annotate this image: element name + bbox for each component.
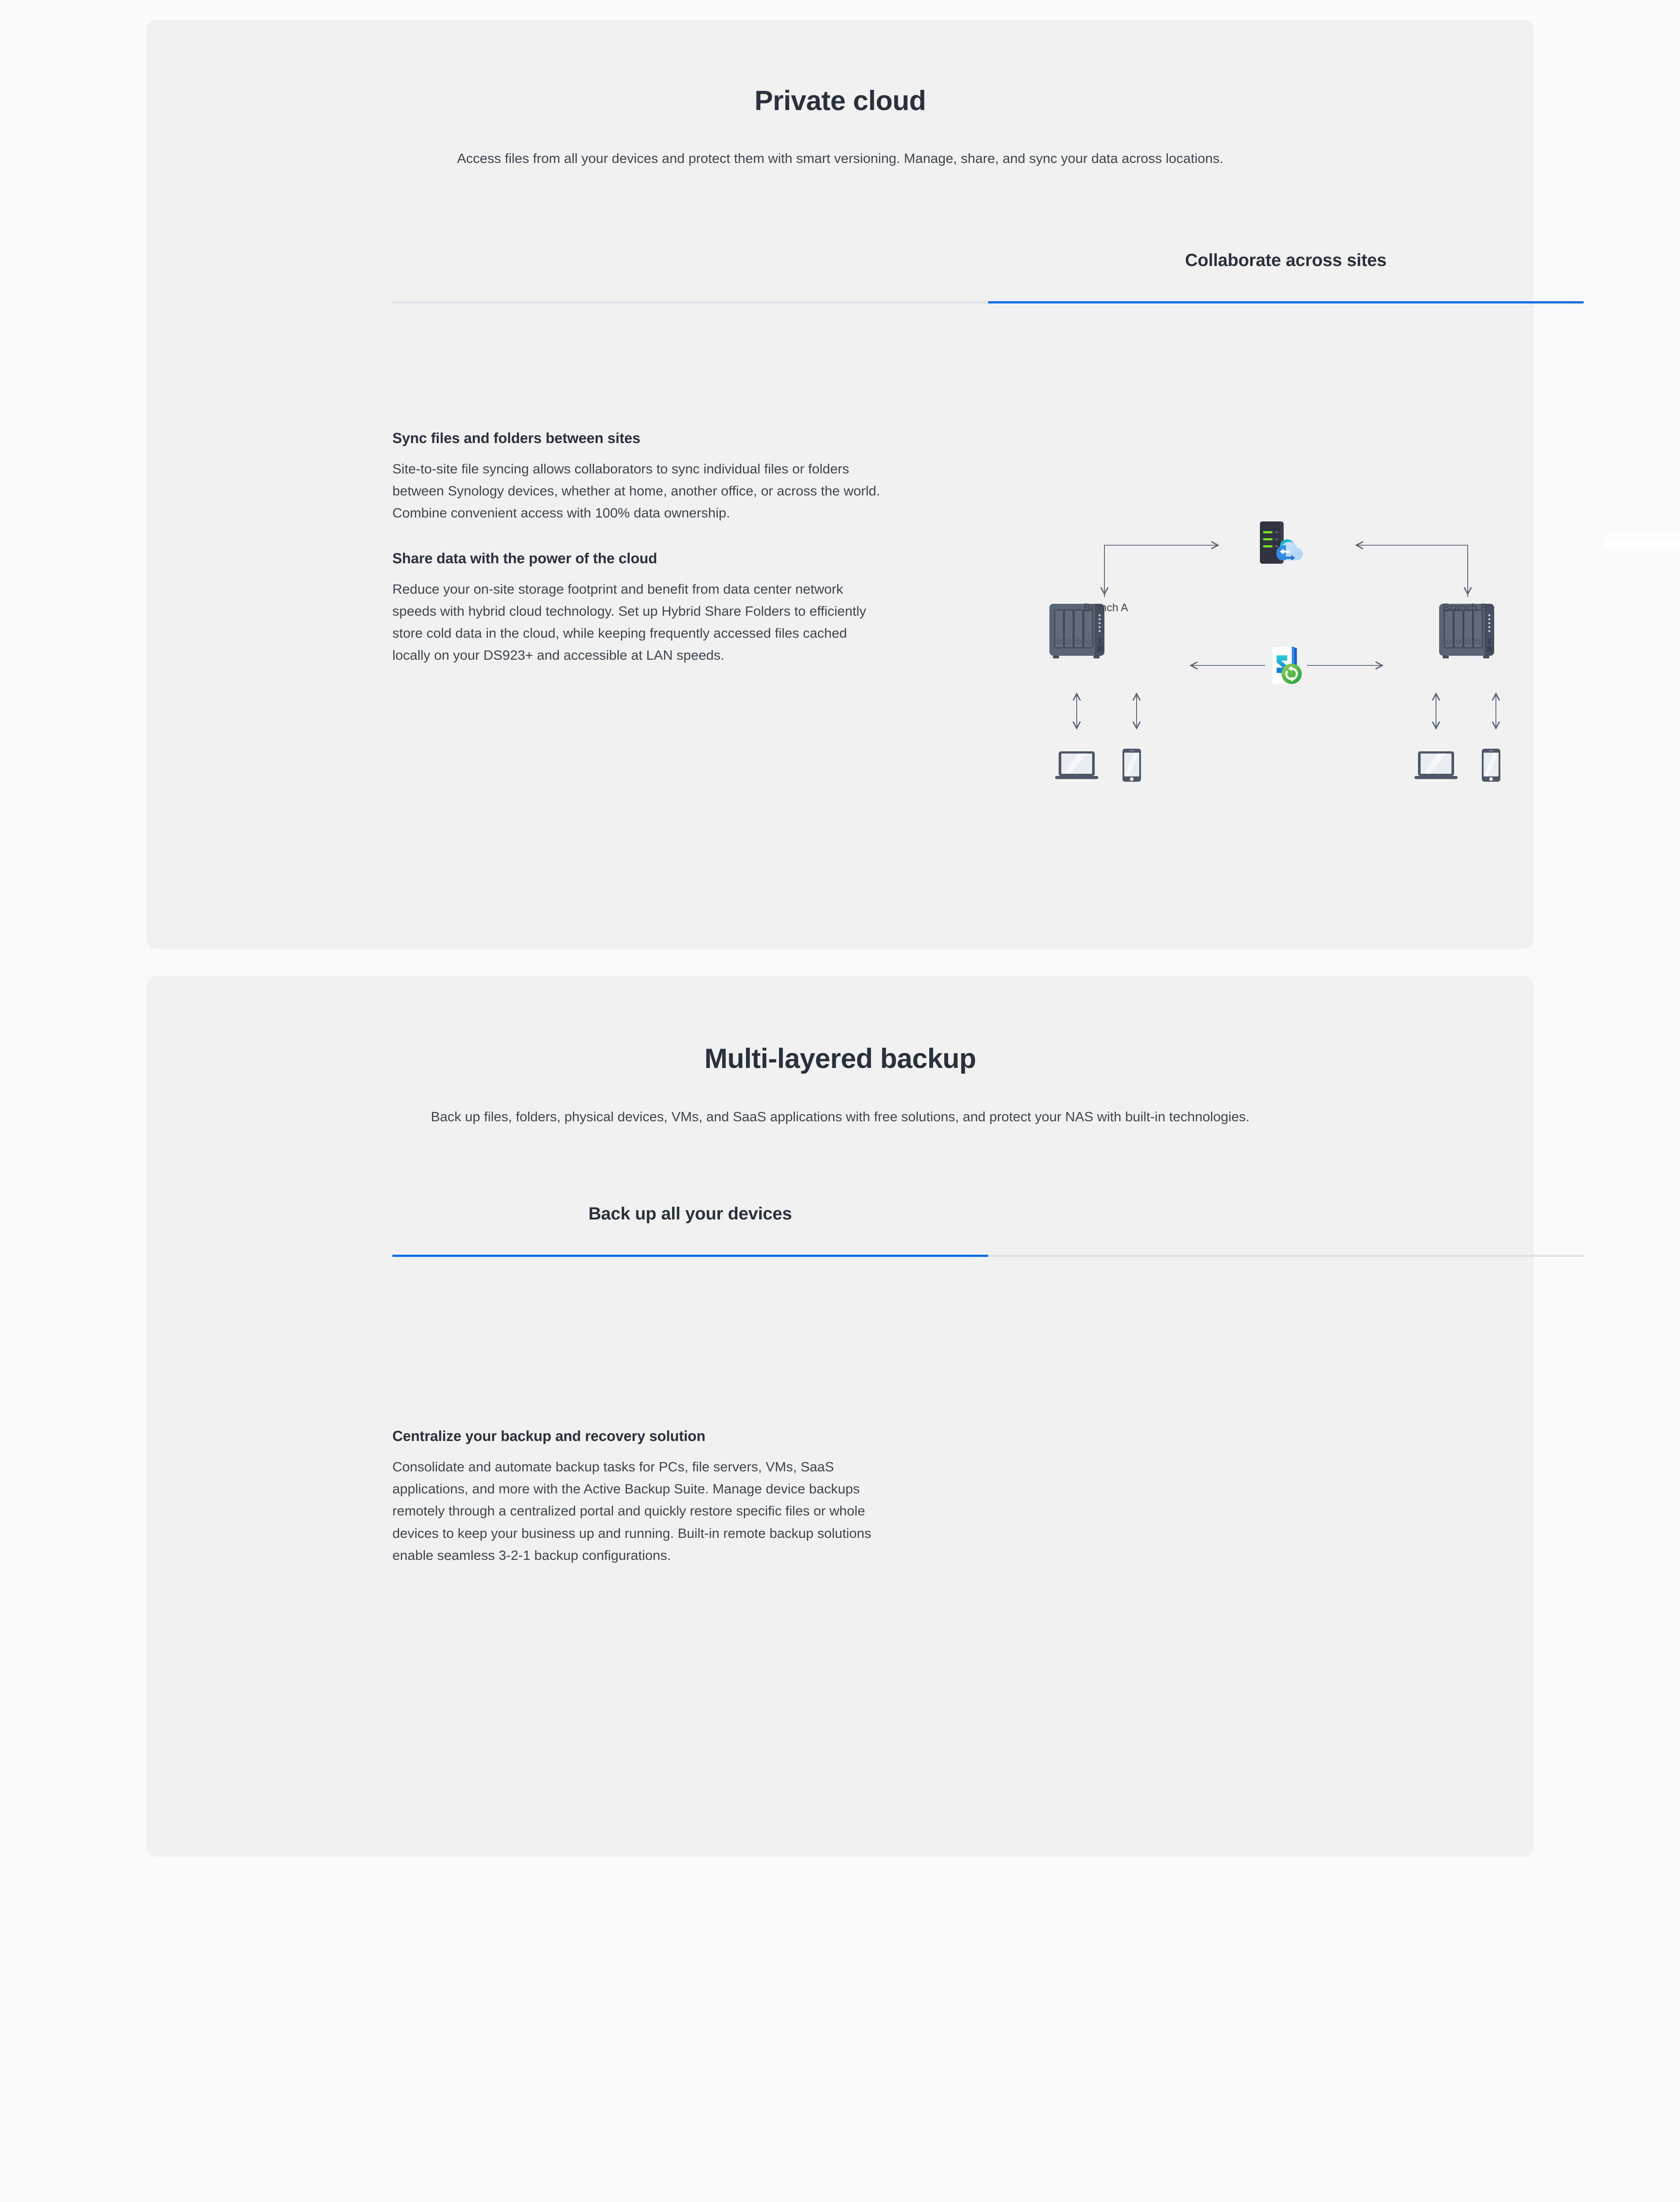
smartphone-icon — [1482, 749, 1500, 782]
copy-block: Centralize your backup and recovery solu… — [392, 1428, 886, 1567]
laptop-icon — [1414, 751, 1458, 779]
tab-rail-right-active — [988, 301, 1584, 303]
tab-backup-1[interactable] — [988, 1205, 1584, 1253]
page-title: Multi-layered backup — [704, 1043, 976, 1074]
section-private-cloud: Private cloud Access files from all your… — [147, 20, 1584, 949]
tab-rail-right — [988, 1255, 1584, 1257]
tab-label: Collaborate across sites — [1185, 251, 1387, 270]
page-edge-artifact — [1603, 531, 1680, 548]
copy-body: Site-to-site file syncing allows collabo… — [392, 461, 880, 521]
branch-b-label: Branch B — [1442, 602, 1488, 614]
laptop-icon — [1055, 751, 1098, 779]
copy-heading: Sync files and folders between sites — [392, 430, 641, 446]
copy-block: Sync files and folders between sites Sit… — [392, 430, 886, 525]
section-tabs: Back up all your devices — [392, 1205, 1584, 1253]
page-title: Private cloud — [754, 85, 926, 116]
branch-a-label: Branch A — [1083, 602, 1128, 614]
copy-body: Reduce your on-site storage footprint an… — [392, 581, 866, 663]
section-tabs: Collaborate across sites — [392, 251, 1584, 300]
synology-drive-sharesync-icon — [1268, 645, 1302, 686]
section-multi-layered-backup: Multi-layered backup Back up files, fold… — [147, 976, 1584, 1857]
tab-collaborate-across-sites[interactable]: Collaborate across sites — [988, 251, 1584, 300]
tab-private-cloud-0[interactable] — [392, 251, 988, 300]
diagram-connectors — [1049, 521, 1500, 782]
tab-back-up-all-your-devices[interactable]: Back up all your devices — [392, 1205, 988, 1253]
tab-rail — [392, 1255, 1584, 1257]
copy-block: Share data with the power of the cloud R… — [392, 550, 886, 667]
section-subtitle: Access files from all your devices and p… — [457, 151, 1224, 166]
copy-heading: Centralize your backup and recovery solu… — [392, 1428, 705, 1444]
tab-label: Back up all your devices — [588, 1204, 792, 1223]
section-copy: Sync files and folders between sites Sit… — [392, 430, 886, 667]
copy-body: Consolidate and automate backup tasks fo… — [392, 1459, 871, 1563]
tab-rail — [392, 301, 1584, 303]
tab-rail-left — [392, 301, 988, 303]
tab-rail-left-active — [392, 1255, 988, 1257]
section-subtitle: Back up files, folders, physical devices… — [431, 1109, 1250, 1124]
page-root: Private cloud Access files from all your… — [0, 0, 1680, 1859]
section-copy: Centralize your backup and recovery solu… — [392, 1428, 886, 1567]
server-cloud-sync-icon — [1260, 521, 1303, 564]
smartphone-icon — [1122, 749, 1141, 782]
copy-heading: Share data with the power of the cloud — [392, 550, 657, 566]
site-to-site-sync-diagram: Branch A Branch B — [983, 465, 1591, 831]
